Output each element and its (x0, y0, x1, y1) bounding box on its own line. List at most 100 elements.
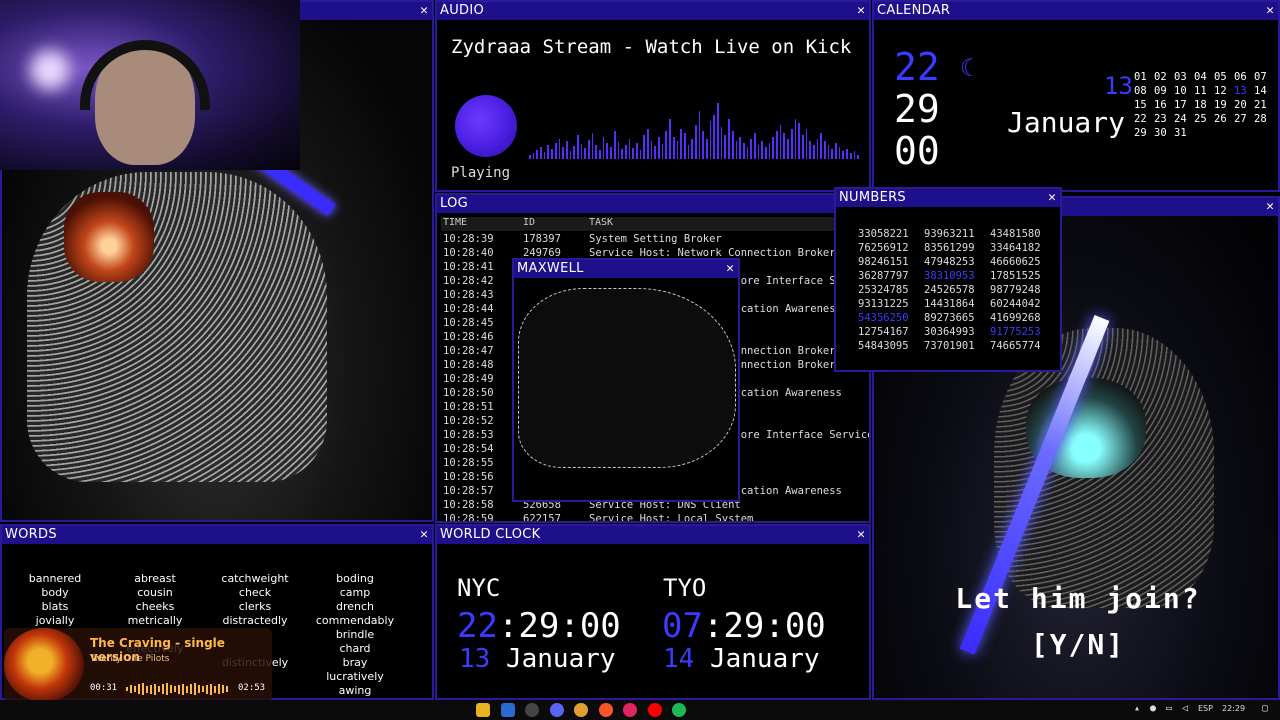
word-item: camp (339, 586, 371, 599)
equalizer-bar (606, 143, 609, 159)
time-tyo-rest: :29:00 (702, 606, 826, 646)
log-time: 10:28:49 (443, 373, 494, 385)
equalizer-bar (543, 152, 546, 159)
calendar-panel: CALENDAR 22 ☾ 29 00 13 January 010203040… (872, 0, 1280, 192)
calendar-date: 20 (1234, 99, 1247, 111)
microphone-icon[interactable]: ● (1150, 703, 1156, 714)
notifications-icon[interactable]: ▢ (1262, 703, 1268, 714)
network-icon[interactable]: ▭ (1166, 703, 1172, 714)
equalizer-bar (562, 147, 564, 159)
maxwell-popup[interactable]: MAXWELL (512, 258, 740, 502)
log-time: 10:28:48 (443, 359, 494, 371)
equalizer-bar (849, 153, 852, 159)
calendar-date: 07 (1254, 71, 1267, 83)
word-item: cheeks (135, 600, 175, 613)
log-time: 10:28:45 (443, 317, 494, 329)
chrome-icon[interactable] (574, 703, 588, 717)
number-value: 76256912 (858, 242, 909, 254)
media-icon[interactable] (623, 703, 637, 717)
number-value: 33058221 (858, 228, 909, 240)
equalizer-bar (580, 144, 583, 159)
log-time: 10:28:50 (443, 387, 494, 399)
close-icon[interactable] (420, 2, 428, 20)
wave-bar (158, 686, 160, 692)
word-item: chard (339, 642, 371, 655)
number-value: 41699268 (990, 312, 1041, 324)
stream-title: Zydraaa Stream - Watch Live on Kick (451, 36, 852, 58)
time-nyc-rest: :29:00 (497, 606, 621, 646)
volume-icon[interactable]: ◁ (1182, 703, 1188, 714)
close-icon[interactable] (1266, 2, 1274, 20)
log-header-time: TIME (443, 217, 468, 228)
calendar-date: 14 (1254, 85, 1267, 97)
calendar-date: 22 (1134, 113, 1147, 125)
equalizer-bar (650, 141, 653, 159)
close-icon[interactable] (726, 260, 734, 278)
equalizer-bar (624, 145, 627, 159)
number-value: 25324785 (858, 284, 909, 296)
close-icon[interactable] (857, 2, 865, 20)
number-value: 98246151 (858, 256, 909, 268)
calendar-date: 02 (1154, 71, 1167, 83)
light-glow (30, 50, 70, 90)
word-item: metrically (127, 614, 183, 627)
folder-icon[interactable] (476, 703, 490, 717)
world-clock-panel: WORLD CLOCK NYC 22:29:00 13 January TYO … (435, 524, 871, 700)
equalizer-bar (838, 147, 841, 159)
equalizer-bar (790, 129, 793, 159)
log-time: 10:28:42 (443, 275, 494, 287)
log-time: 10:28:44 (443, 303, 494, 315)
steam-icon[interactable] (500, 703, 515, 717)
equalizer-bar (853, 151, 856, 159)
wave-bar (130, 685, 132, 693)
close-icon[interactable] (857, 526, 865, 544)
equalizer-bar (798, 123, 800, 159)
wave-bar (222, 685, 224, 693)
headphones-graphic (80, 40, 210, 110)
equalizer-bar (735, 141, 738, 159)
number-value: 91775253 (990, 326, 1041, 338)
calendar-grid: 01 02 03 04 05 06 07 08 09 10 11 12 13 14 15 16 17 18 19 20… (1134, 70, 1274, 140)
word-item: commendably (315, 614, 395, 627)
brave-icon[interactable] (598, 703, 613, 717)
equalizer-bar (665, 131, 668, 159)
equalizer-bar (669, 119, 671, 159)
calendar-date: 09 (1154, 85, 1167, 97)
calendar-date: 19 (1214, 99, 1227, 111)
youtube-icon[interactable] (647, 703, 662, 717)
wave-bar (186, 685, 188, 693)
log-time: 10:28:58 (443, 499, 494, 511)
taskbar-clock[interactable]: 22:29 (1222, 704, 1245, 713)
equalizer-bar (647, 129, 649, 159)
discord-icon[interactable] (549, 703, 564, 717)
equalizer-bar (713, 115, 716, 159)
equalizer-bar (846, 149, 848, 159)
equalizer-bar (569, 151, 572, 159)
numbers-panel-title: NUMBERS (836, 189, 1060, 207)
wave-bar (190, 684, 192, 694)
equalizer-bar (812, 145, 815, 159)
equalizer-bar (635, 143, 638, 159)
equalizer-bar (835, 143, 837, 159)
language-indicator[interactable]: ESP (1198, 704, 1213, 713)
webcam-feed (0, 0, 300, 170)
equalizer-bar (602, 137, 605, 159)
close-icon[interactable] (1048, 189, 1056, 207)
equalizer-bar (702, 131, 704, 159)
calendar-date: 15 (1134, 99, 1147, 111)
spotify-icon[interactable] (672, 703, 686, 717)
calendar-date: 27 (1234, 113, 1247, 125)
calendar-date: 31 (1174, 127, 1187, 139)
track-duration: 02:53 (238, 683, 266, 693)
close-icon[interactable] (1266, 198, 1274, 216)
obs-icon[interactable] (525, 703, 539, 717)
word-item: abreast (134, 572, 176, 585)
equalizer-bar (658, 137, 660, 159)
close-icon[interactable] (420, 526, 428, 544)
equalizer-bar (547, 145, 550, 159)
equalizer-bar (621, 149, 623, 159)
date-tyo-month: January (709, 644, 820, 674)
calendar-month: January (1007, 106, 1126, 139)
words-panel-title: WORDS (2, 526, 432, 544)
tray-chevron-icon[interactable]: ▴ (1134, 703, 1140, 714)
